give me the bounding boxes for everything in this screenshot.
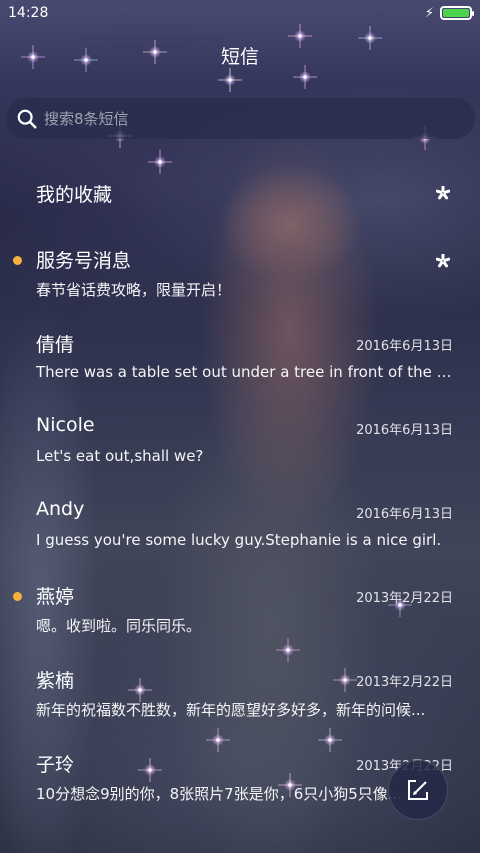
conversation-preview: There was a table set out under a tree i… — [36, 363, 454, 381]
charging-icon: ⚡ — [424, 5, 434, 21]
conversation-name: 服务号消息 — [36, 250, 132, 272]
conversation-date: 2013年2月22日 — [356, 675, 453, 690]
compose-icon — [408, 780, 428, 800]
conversation-row[interactable]: 倩倩 2016年6月13日 There was a table set out un… — [0, 318, 480, 402]
conversation-row[interactable]: Nicole 2016年6月13日 Let's eat out,shall we? — [0, 402, 480, 486]
battery-icon — [440, 6, 474, 20]
compose-button[interactable] — [388, 760, 448, 820]
conversation-date: 2016年6月13日 — [356, 423, 453, 438]
conversation-name: 燕婷 — [36, 586, 75, 608]
pin-icon — [436, 186, 450, 200]
conversation-preview: I guess you're some lucky guy.Stephanie … — [36, 531, 442, 549]
pin-icon — [436, 254, 450, 268]
conversation-preview: Let's eat out,shall we? — [36, 447, 204, 465]
search-placeholder: 搜索8条短信 — [44, 110, 129, 128]
conversation-name: 我的收藏 — [36, 184, 113, 206]
conversation-name: Nicole — [36, 414, 95, 436]
conversation-row[interactable]: 紫楠 2013年2月22日新年的祝福数不胜数，新年的愿望好多好多，新年的问候... — [0, 654, 480, 738]
conversation-preview: 新年的祝福数不胜数，新年的愿望好多好多，新年的问候... — [36, 701, 426, 719]
search-input[interactable]: 搜索8条短信 — [6, 98, 475, 139]
conversation-row[interactable]: Andy 2016年6月13日 I guess you're some lucky … — [0, 486, 480, 570]
unread-indicator — [13, 256, 22, 265]
page-title: 短信 — [220, 46, 259, 68]
unread-indicator — [13, 592, 22, 601]
search-icon — [17, 109, 37, 128]
conversation-preview: 嗯。收到啦。同乐同乐。 — [36, 617, 202, 635]
conversation-date: 2013年2月22日 — [356, 591, 453, 606]
conversation-date: 2016年6月13日 — [356, 339, 453, 354]
conversation-row[interactable]: 服务号消息春节省话费攻略，限量开启！ — [0, 234, 480, 318]
conversation-name: 紫楠 — [36, 670, 75, 692]
conversation-name: 倩倩 — [36, 334, 75, 356]
status-time: 14:28 — [8, 5, 49, 21]
status-indicators: ⚡ — [424, 5, 474, 21]
conversation-preview: 春节省话费攻略，限量开启！ — [36, 281, 232, 299]
conversation-name: 子玲 — [36, 754, 75, 776]
conversation-row[interactable]: 燕婷 2013年2月22日嗯。收到啦。同乐同乐。 — [0, 570, 480, 654]
status-bar: 14:28 ⚡ — [0, 0, 480, 26]
conversation-name: Andy — [36, 498, 85, 520]
conversation-row[interactable]: 我的收藏 — [0, 150, 480, 234]
conversation-date: 2016年6月13日 — [356, 507, 453, 522]
battery-level — [443, 9, 469, 17]
